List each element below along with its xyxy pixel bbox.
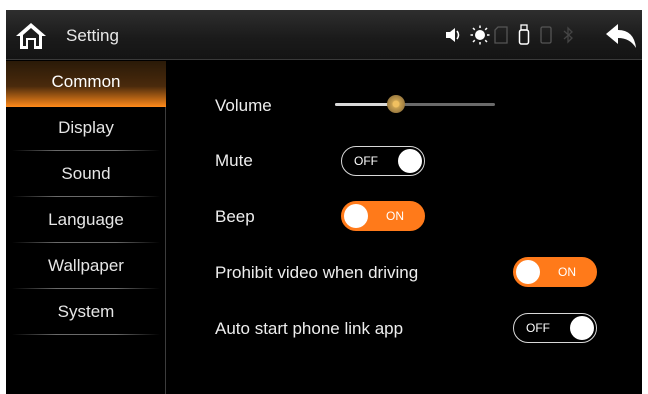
back-arrow-icon[interactable] [604,22,638,50]
toggle-state-text: ON [558,265,576,279]
settings-screen: Setting Common Display Sound Language Wa… [6,10,642,394]
phone-icon [540,26,552,44]
sidebar-item-wallpaper[interactable]: Wallpaper [6,245,166,291]
prohibit-video-label: Prohibit video when driving [215,263,419,282]
volume-slider-handle[interactable] [386,95,405,113]
sidebar-item-label: Display [58,118,114,137]
header-bar: Setting [6,10,642,60]
toggle-knob [570,316,594,340]
toggle-knob [398,149,422,173]
home-icon[interactable] [14,21,48,51]
sidebar: Common Display Sound Language Wallpaper … [6,61,166,394]
toggle-knob [344,204,368,228]
sidebar-item-language[interactable]: Language [6,199,166,245]
speaker-icon [446,28,460,42]
volume-slider[interactable] [335,95,495,113]
sidebar-item-label: Sound [61,164,111,183]
prohibit-video-toggle[interactable]: ON [513,257,597,287]
settings-panel: Volume Mute OFF Beep ON Prohibit video w… [167,61,642,394]
sidebar-item-label: Wallpaper [48,256,124,275]
mute-label: Mute [215,151,253,170]
beep-label: Beep [215,207,255,226]
sidebar-item-common[interactable]: Common [6,61,166,107]
toggle-knob [516,260,540,284]
bluetooth-icon [563,26,573,44]
toggle-state-text: OFF [354,154,378,168]
sidebar-item-system[interactable]: System [6,291,166,337]
sidebar-item-label: Common [51,72,121,91]
sidebar-item-sound[interactable]: Sound [6,153,166,199]
brightness-icon [470,25,490,45]
volume-label: Volume [215,96,272,115]
toggle-state-text: ON [386,209,404,223]
mute-toggle[interactable]: OFF [341,146,425,176]
beep-toggle[interactable]: ON [341,201,425,231]
usb-icon [518,24,530,45]
auto-start-label: Auto start phone link app [215,319,404,338]
page-title: Setting [66,26,119,45]
sidebar-item-label: System [57,302,115,321]
sidebar-item-label: Language [48,210,124,229]
sd-card-icon [494,26,508,44]
sidebar-item-display[interactable]: Display [6,107,166,153]
auto-start-toggle[interactable]: OFF [513,313,597,343]
toggle-state-text: OFF [526,321,550,335]
